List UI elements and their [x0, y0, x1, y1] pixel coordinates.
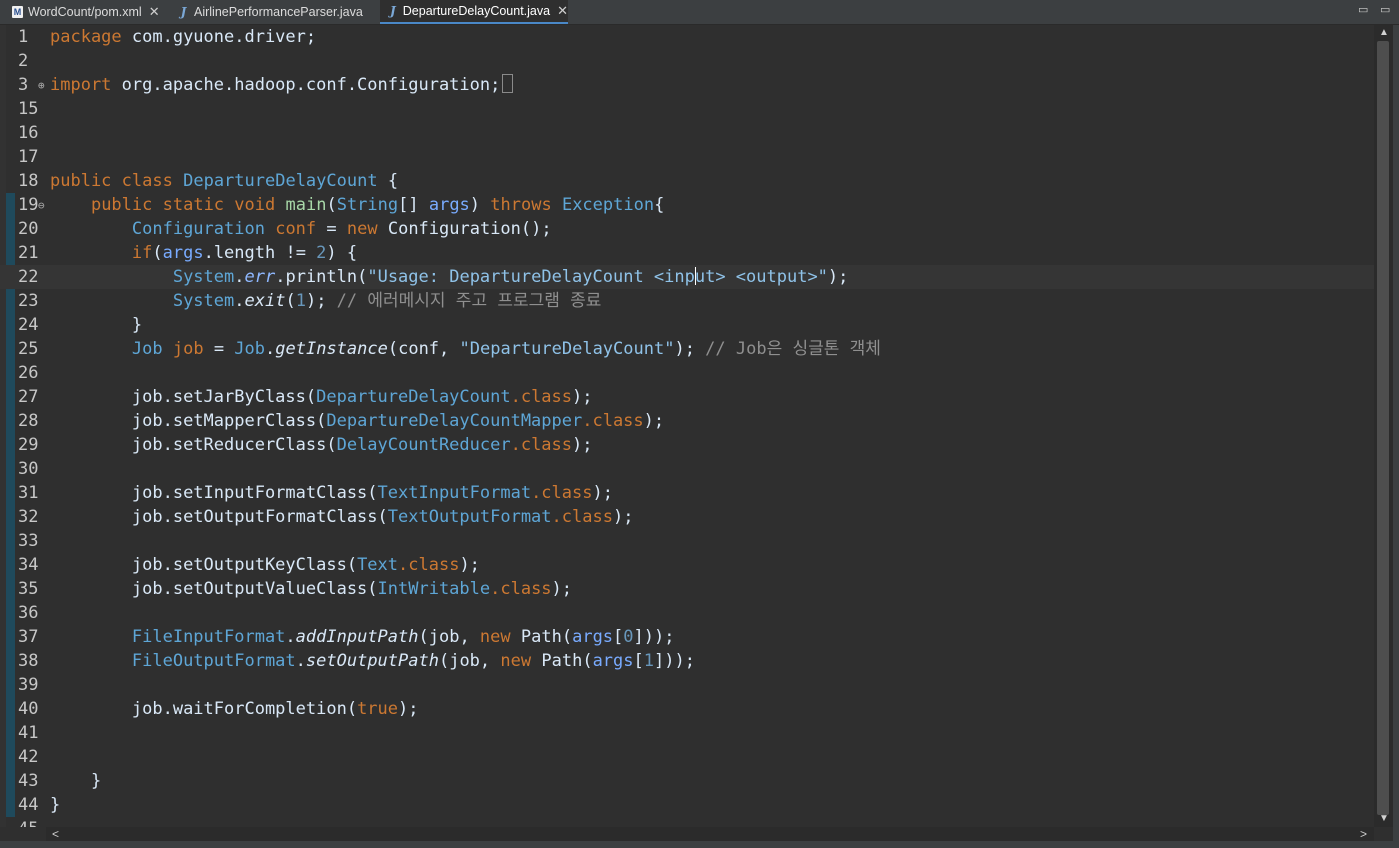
line-number: 24: [18, 315, 39, 335]
line-number: 21: [18, 243, 39, 263]
window-border: [1393, 25, 1399, 841]
line-number: 30: [18, 459, 39, 479]
code-line: 28 job.setMapperClass(DepartureDelayCoun…: [18, 411, 665, 431]
code-line: 38 FileOutputFormat.setOutputPath(job, n…: [18, 651, 695, 671]
code-line: 30: [0, 457, 1374, 481]
line-number: 25: [18, 339, 39, 359]
line-number: 23: [18, 291, 39, 311]
code-line: 2: [0, 49, 1374, 73]
java-file-icon: J: [180, 5, 187, 19]
line-number: 45: [18, 817, 42, 827]
code-line: 32 job.setOutputFormatClass(TextOutputFo…: [18, 507, 634, 527]
code-line: 16: [0, 121, 1374, 145]
java-file-icon: J: [390, 4, 396, 18]
line-number: 15: [18, 99, 39, 119]
line-number: 33: [18, 531, 39, 551]
tab-departure-delay-count[interactable]: J DepartureDelayCount.java ✕: [380, 0, 568, 24]
window-bottom-border: [0, 841, 1399, 848]
code-lines: 1 package com.gyuone.driver; 2 3 ⊕ import o…: [0, 25, 1374, 827]
code-line: 26: [0, 361, 1374, 385]
code-line: 43 }: [18, 771, 102, 791]
code-line: 25 Job job = Job.getInstance(conf, "Depa…: [18, 339, 881, 359]
collapse-fold-icon[interactable]: ⊖: [38, 194, 45, 218]
code-line: 27 job.setJarByClass(DepartureDelayCount…: [18, 387, 593, 407]
code-line: 37 FileInputFormat.addInputPath(job, new…: [18, 627, 675, 647]
code-line: 41: [0, 721, 1374, 745]
code-line: 42: [0, 745, 1374, 769]
line-number: 28: [18, 411, 39, 431]
scroll-right-icon[interactable]: >: [1360, 827, 1367, 841]
tab-airline-performance-parser[interactable]: J AirlinePerformanceParser.java: [170, 0, 374, 24]
line-number: 36: [18, 603, 39, 623]
line-number: 20: [18, 219, 39, 239]
code-line: 19 ⊖ public static void main(String[] arg…: [0, 193, 1374, 217]
code-line: 18 public class DepartureDelayCount {: [18, 171, 399, 191]
line-number: 39: [18, 675, 39, 695]
vertical-scroll-thumb[interactable]: [1377, 41, 1389, 815]
line-number: 31: [18, 483, 39, 503]
code-line: 40 job.waitForCompletion(true);: [18, 699, 419, 719]
minimize-icon[interactable]: ▭: [1358, 3, 1368, 16]
code-line: 15: [0, 97, 1374, 121]
code-line: 3 ⊕ import org.apache.hadoop.conf.Configur…: [0, 73, 1374, 97]
line-number: 35: [18, 579, 39, 599]
code-line: 20 Configuration conf = new Configuratio…: [18, 219, 552, 239]
line-number: 42: [18, 747, 39, 767]
folded-imports-box[interactable]: [502, 74, 514, 93]
line-number: 26: [18, 363, 39, 383]
tab-label: WordCount/pom.xml: [28, 5, 142, 19]
close-icon[interactable]: ✕: [557, 3, 568, 19]
scroll-left-icon[interactable]: <: [52, 827, 59, 841]
code-line: 39: [0, 673, 1374, 697]
close-icon[interactable]: ✕: [149, 4, 160, 20]
code-line: 1 package com.gyuone.driver;: [18, 27, 317, 47]
horizontal-scrollbar[interactable]: < >: [46, 827, 1374, 841]
line-number: 41: [18, 723, 39, 743]
tab-pom-xml[interactable]: M WordCount/pom.xml ✕: [4, 0, 170, 24]
code-line: 31 job.setInputFormatClass(TextInputForm…: [18, 483, 613, 503]
maven-xml-file-icon: M: [12, 6, 23, 18]
line-number: 17: [18, 147, 39, 167]
line-number: 38: [18, 651, 39, 671]
line-number: 27: [18, 387, 39, 407]
line-number: 18: [18, 171, 39, 191]
code-line-current: 22 System.err.println("Usage: DepartureD…: [0, 265, 1374, 289]
line-number: 1: [18, 27, 29, 47]
line-number: 22: [18, 267, 39, 287]
code-line: 45: [0, 817, 1374, 827]
line-number: 29: [18, 435, 39, 455]
line-number: 40: [18, 699, 39, 719]
code-editor[interactable]: 1 package com.gyuone.driver; 2 3 ⊕ import o…: [0, 25, 1374, 827]
code-line: 17: [0, 145, 1374, 169]
code-line: 23 System.exit(1); // 에러메시지 주고 프로그램 종료: [18, 291, 602, 311]
line-number: 2: [18, 51, 29, 71]
editor-tab-bar: M WordCount/pom.xml ✕ J AirlinePerforman…: [0, 0, 1399, 25]
line-number: 37: [18, 627, 39, 647]
code-line: 35 job.setOutputValueClass(IntWritable.c…: [18, 579, 573, 599]
tab-label: AirlinePerformanceParser.java: [194, 5, 363, 19]
scroll-down-icon[interactable]: ▼: [1379, 813, 1389, 824]
code-line: 36: [0, 601, 1374, 625]
maximize-icon[interactable]: ▭: [1380, 3, 1390, 16]
vertical-scrollbar[interactable]: ▲ ▼: [1374, 25, 1393, 827]
code-line: 29 job.setReducerClass(DelayCountReducer…: [18, 435, 593, 455]
tab-label: DepartureDelayCount.java: [402, 4, 551, 18]
line-number: 16: [18, 123, 39, 143]
expand-fold-icon[interactable]: ⊕: [38, 74, 45, 98]
code-line: 44}: [18, 795, 61, 815]
code-line: 33: [0, 529, 1374, 553]
line-number: 34: [18, 555, 39, 575]
scroll-up-icon[interactable]: ▲: [1379, 27, 1389, 38]
code-line: 34 job.setOutputKeyClass(Text.class);: [18, 555, 480, 575]
code-line: 24 }: [18, 315, 143, 335]
line-number: 43: [18, 771, 39, 791]
line-number: 32: [18, 507, 39, 527]
code-line: 21 if(args.length != 2) {: [18, 243, 358, 263]
line-number: 44: [18, 795, 39, 815]
